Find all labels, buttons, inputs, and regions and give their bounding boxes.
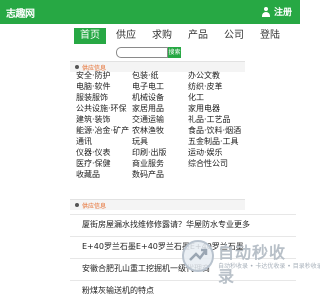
nav-supply[interactable]: 供应 <box>110 28 142 44</box>
category-link[interactable]: 服装服饰 <box>76 93 132 102</box>
category-link[interactable]: 玩具 <box>132 137 188 146</box>
category-link[interactable]: 交通运输 <box>132 115 188 124</box>
category-link[interactable]: 包装·纸 <box>132 71 188 80</box>
category-link[interactable]: 办公文教 <box>188 71 246 80</box>
news-section-header: 供应信息 <box>70 199 245 210</box>
watermark-overlay: 自动秒收录 自动秒收录 • 卡达优收录 • 目录秒收录 <box>178 237 320 286</box>
nav-home[interactable]: 首页 <box>74 28 106 44</box>
search-input[interactable] <box>116 47 168 58</box>
category-grid: 安全·防护 包装·纸 办公文教电脑·软件 电子电工 纺织·皮革服装服饰 机械设备 化工公共设… <box>76 71 246 179</box>
register-label: 注册 <box>273 8 292 18</box>
nav-login[interactable]: 登陆 <box>254 28 286 44</box>
category-link <box>188 170 246 179</box>
category-link[interactable]: 家用电器 <box>188 104 246 113</box>
bullet-icon <box>75 65 79 69</box>
category-link[interactable]: 食品·饮料·烟酒 <box>188 126 246 135</box>
category-link[interactable]: 家居用品 <box>132 104 188 113</box>
watermark-subtitle: 自动秒收录 • 卡达优收录 • 目录秒收录 <box>218 263 320 270</box>
category-link[interactable]: 能源·冶金·矿产 <box>76 126 132 135</box>
category-link[interactable]: 礼品·工艺品 <box>188 115 246 124</box>
category-link[interactable]: 商业服务 <box>132 159 188 168</box>
news-item[interactable]: 厦街房屋漏水找维修修露请？华屋防水专业更多 <box>70 214 296 234</box>
category-link[interactable]: 通讯 <box>76 137 132 146</box>
category-link[interactable]: 纺织·皮革 <box>188 82 246 91</box>
main-nav: 首页 供应 求购 产品 公司 登陆 <box>74 28 286 44</box>
category-link[interactable]: 收藏品 <box>76 170 132 179</box>
category-link[interactable]: 五金制品·工具 <box>188 137 246 146</box>
category-link[interactable]: 公共设施·环保 <box>76 104 132 113</box>
nav-purchase[interactable]: 求购 <box>146 28 178 44</box>
category-link[interactable]: 建筑·装饰 <box>76 115 132 124</box>
category-link[interactable]: 化工 <box>188 93 246 102</box>
category-link[interactable]: 农林渔牧 <box>132 126 188 135</box>
category-link[interactable]: 医疗·保健 <box>76 159 132 168</box>
category-link[interactable]: 运动·娱乐 <box>188 148 246 157</box>
bullet-icon <box>75 203 79 207</box>
category-link[interactable]: 机械设备 <box>132 93 188 102</box>
category-link[interactable]: 数码产品 <box>132 170 188 179</box>
user-icon <box>261 6 271 17</box>
category-link[interactable]: 安全·防护 <box>76 71 132 80</box>
category-link[interactable]: 综合性公司 <box>188 159 246 168</box>
search-button[interactable]: 搜索 <box>168 47 181 58</box>
watermark-logo-icon <box>182 240 214 272</box>
register-link[interactable]: 注册 <box>261 5 292 18</box>
top-bar: 志趣网 注册 <box>0 0 300 24</box>
site-logo[interactable]: 志趣网 <box>6 5 35 20</box>
nav-companies[interactable]: 公司 <box>218 28 250 44</box>
category-link[interactable]: 仪器·仪表 <box>76 148 132 157</box>
nav-products[interactable]: 产品 <box>182 28 214 44</box>
category-link[interactable]: 电子电工 <box>132 82 188 91</box>
category-link[interactable]: 印刷·出版 <box>132 148 188 157</box>
category-link[interactable]: 电脑·软件 <box>76 82 132 91</box>
news-section-title: 供应信息 <box>82 203 107 210</box>
search-bar: 搜索 <box>116 47 181 58</box>
